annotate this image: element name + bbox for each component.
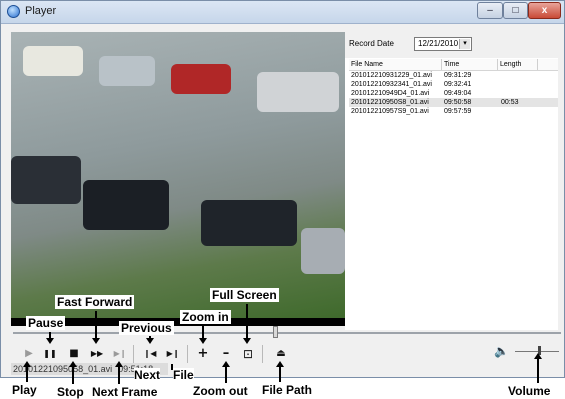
- next-frame-button[interactable]: ▶❙: [112, 346, 128, 362]
- play-button[interactable]: ▶: [21, 346, 37, 362]
- video-car: [11, 156, 81, 204]
- annotation-next-frame: Next Frame: [92, 385, 158, 399]
- file-panel: Record Date 12/21/2010 ▾ File Name Time …: [345, 32, 558, 330]
- close-button[interactable]: x: [528, 2, 561, 19]
- stop-button[interactable]: ■: [66, 346, 82, 362]
- app-icon: [7, 5, 20, 18]
- video-car: [257, 72, 339, 112]
- annotation-arrow: [115, 361, 123, 367]
- annotation-previous: Previous: [119, 321, 174, 335]
- record-date-select[interactable]: 12/21/2010 ▾: [414, 37, 472, 51]
- annotation-stop: Stop: [57, 385, 84, 399]
- file-path-button[interactable]: ⏏: [273, 346, 289, 362]
- video-car: [83, 180, 169, 230]
- annotation-arrow: [276, 361, 284, 367]
- toolbar-separator: [133, 345, 134, 363]
- column-time[interactable]: Time: [442, 59, 498, 70]
- annotation-full-screen: Full Screen: [210, 288, 279, 302]
- annotation-next-file-line1: Next: [134, 368, 161, 382]
- file-time-cell: 09:49:04: [444, 90, 472, 97]
- file-row[interactable]: 201012210931229_01.avi 09:31:29: [349, 71, 558, 80]
- next-file-button[interactable]: ▶❙: [165, 346, 181, 362]
- video-viewport[interactable]: [11, 32, 345, 318]
- file-row[interactable]: 201012210949D4_01.avi 09:49:04: [349, 89, 558, 98]
- seek-thumb[interactable]: [273, 326, 278, 338]
- maximize-button[interactable]: □: [503, 2, 528, 19]
- file-name-cell: 201012210950S8_01.avi: [351, 99, 429, 106]
- annotation-arrow: [146, 338, 154, 344]
- video-car: [301, 228, 345, 274]
- title-bar: Player – □ x: [1, 1, 564, 24]
- annotation-arrow: [23, 361, 31, 367]
- annotation-leader: [118, 364, 120, 384]
- column-file-name[interactable]: File Name: [349, 59, 442, 70]
- annotation-zoom-out: Zoom out: [193, 384, 248, 398]
- record-date-value: 12/21/2010: [418, 39, 459, 48]
- video-car: [23, 46, 83, 76]
- file-name-cell: 201012210949D4_01.avi: [351, 90, 430, 97]
- volume-icon[interactable]: 🔈: [494, 344, 509, 358]
- toolbar-separator: [187, 345, 188, 363]
- video-car: [171, 64, 231, 94]
- zoom-in-button[interactable]: +: [195, 346, 211, 362]
- file-row-selected[interactable]: 201012210950S8_01.avi 09:50:58 00:53: [349, 98, 558, 107]
- zoom-out-button[interactable]: –: [218, 346, 234, 362]
- annotation-pause: Pause: [26, 316, 66, 330]
- volume-slider[interactable]: [515, 351, 559, 352]
- annotation-leader: [72, 364, 74, 384]
- annotation-next-file-line2: File: [173, 368, 194, 382]
- toolbar-separator: [262, 345, 263, 363]
- pause-button[interactable]: ❚❚: [42, 346, 58, 362]
- annotation-leader: [246, 304, 248, 342]
- record-date-bar: Record Date 12/21/2010 ▾: [345, 32, 558, 58]
- annotation-zoom-in: Zoom in: [180, 310, 231, 324]
- annotation-arrow: [69, 361, 77, 367]
- file-time-cell: 09:57:59: [444, 108, 472, 115]
- previous-button[interactable]: ❙◀: [142, 346, 158, 362]
- annotation-play: Play: [12, 383, 37, 397]
- file-list: 201012210931229_01.avi 09:31:29 20101221…: [349, 71, 558, 116]
- fast-forward-button[interactable]: ▶▶: [89, 346, 105, 362]
- window-title: Player: [25, 5, 57, 17]
- file-name-cell: 201012210957S9_01.avi: [351, 108, 429, 115]
- player-window: Player – □ x ▶ ❚❚ ■ ▶▶ ▶❙ ❙◀ ▶❙ + – ⊡ ⏏ …: [0, 0, 565, 378]
- annotation-arrow: [243, 338, 251, 344]
- annotation-arrow: [92, 338, 100, 344]
- annotation-leader: [171, 364, 173, 370]
- chevron-down-icon[interactable]: ▾: [459, 39, 470, 49]
- file-name-cell: 201012210931229_01.avi: [351, 72, 432, 79]
- column-length[interactable]: Length: [498, 59, 538, 70]
- annotation-arrow: [222, 361, 230, 367]
- file-time-cell: 09:32:41: [444, 81, 472, 88]
- video-car: [201, 200, 297, 246]
- file-list-header: File Name Time Length: [349, 59, 558, 71]
- file-time-cell: 09:31:29: [444, 72, 472, 79]
- file-row[interactable]: 201012210932341_01.avi 09:32:41: [349, 80, 558, 89]
- file-time-cell: 09:50:58: [444, 99, 472, 106]
- file-row[interactable]: 201012210957S9_01.avi 09:57:59: [349, 107, 558, 116]
- video-car: [99, 56, 155, 86]
- annotation-fast-forward: Fast Forward: [55, 295, 135, 309]
- annotation-volume: Volume: [508, 384, 551, 398]
- record-date-label: Record Date: [349, 39, 394, 48]
- annotation-file-path: File Path: [262, 383, 313, 397]
- minimize-button[interactable]: –: [477, 2, 503, 19]
- file-name-cell: 201012210932341_01.avi: [351, 81, 432, 88]
- annotation-leader: [537, 356, 539, 383]
- annotation-arrow: [199, 338, 207, 344]
- annotation-arrow: [534, 353, 542, 359]
- file-length-cell: 00:53: [501, 99, 519, 106]
- annotation-arrow: [46, 338, 54, 344]
- full-screen-button[interactable]: ⊡: [240, 346, 256, 362]
